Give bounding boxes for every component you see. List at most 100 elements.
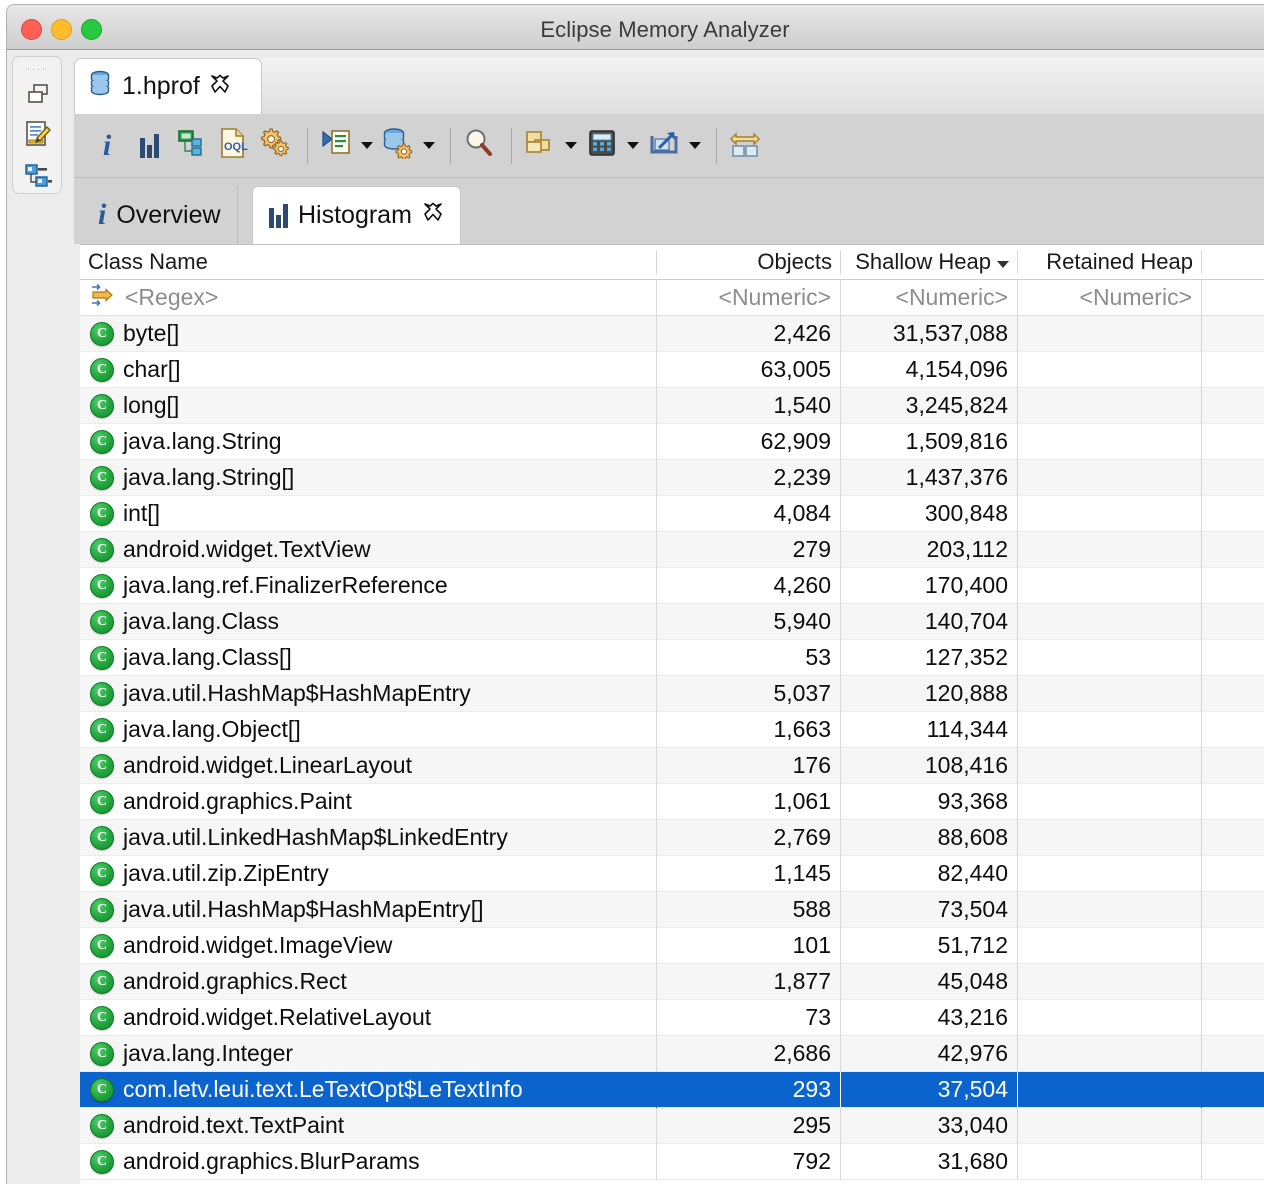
table-row[interactable]: Cbyte[] 2,426 31,537,088 <box>80 315 1264 352</box>
cell-class-name[interactable]: Cjava.lang.Class <box>80 603 657 640</box>
table-row[interactable]: Cjava.util.HashMap$HashMapEntry[] 588 73,5… <box>80 891 1264 928</box>
cell-objects[interactable]: 73 <box>657 999 841 1036</box>
cell-class-name[interactable]: Cjava.lang.String <box>80 423 657 460</box>
column-header-class-name[interactable]: Class Name <box>80 249 657 274</box>
table-row[interactable]: Cjava.lang.Integer 2,686 42,976 <box>80 1035 1264 1072</box>
cell-class-name[interactable]: Cjava.lang.Object[] <box>80 711 657 748</box>
calculate-precise-retained-size-button[interactable] <box>583 126 621 166</box>
group-result-button[interactable] <box>521 126 559 166</box>
cell-objects[interactable]: 5,940 <box>657 603 841 640</box>
cell-retained-heap[interactable] <box>1018 783 1202 820</box>
table-row[interactable]: Clong[] 1,540 3,245,824 <box>80 387 1264 424</box>
cell-retained-heap[interactable] <box>1018 855 1202 892</box>
cell-retained-heap[interactable] <box>1018 891 1202 928</box>
cell-class-name[interactable]: Candroid.widget.ImageView <box>80 927 657 964</box>
cell-retained-heap[interactable] <box>1018 459 1202 496</box>
cell-class-name[interactable]: Candroid.widget.TextView <box>80 531 657 568</box>
cell-retained-heap[interactable] <box>1018 963 1202 1000</box>
cell-retained-heap[interactable] <box>1018 423 1202 460</box>
filter-retained-heap-cell[interactable]: <Numeric> <box>1018 279 1202 316</box>
cell-objects[interactable]: 1,540 <box>657 387 841 424</box>
table-row[interactable]: Candroid.graphics.BlurParams 792 31,680 <box>80 1143 1264 1180</box>
cell-objects[interactable]: 101 <box>657 927 841 964</box>
group-result-dropdown[interactable] <box>563 126 579 166</box>
table-row[interactable]: Candroid.widget.RelativeLayout 73 43,216 <box>80 999 1264 1036</box>
cell-retained-heap[interactable] <box>1018 675 1202 712</box>
cell-shallow-heap[interactable]: 170,400 <box>841 567 1018 604</box>
cell-retained-heap[interactable] <box>1018 927 1202 964</box>
cell-objects[interactable]: 1,877 <box>657 963 841 1000</box>
table-row[interactable]: Cjava.lang.ref.FinalizerReference 4,260 17… <box>80 567 1264 604</box>
table-row[interactable]: Cjava.lang.Object[] 1,663 114,344 <box>80 711 1264 748</box>
cell-class-name[interactable]: Clong[] <box>80 387 657 424</box>
leak-suspects-button[interactable] <box>256 126 294 166</box>
cell-objects[interactable]: 1,061 <box>657 783 841 820</box>
cell-objects[interactable]: 792 <box>657 1143 841 1180</box>
cell-retained-heap[interactable] <box>1018 567 1202 604</box>
cell-shallow-heap[interactable]: 127,352 <box>841 639 1018 676</box>
cell-objects[interactable]: 295 <box>657 1107 841 1144</box>
cell-class-name[interactable]: Cjava.lang.Class[] <box>80 639 657 676</box>
export-button[interactable] <box>645 126 683 166</box>
cell-shallow-heap[interactable]: 73,504 <box>841 891 1018 928</box>
cell-class-name[interactable]: Candroid.graphics.Paint <box>80 783 657 820</box>
compare-to-another-heap-dump-button[interactable] <box>726 126 764 166</box>
cell-class-name[interactable]: Candroid.graphics.BlurParams <box>80 1143 657 1180</box>
cell-shallow-heap[interactable]: 88,608 <box>841 819 1018 856</box>
cell-shallow-heap[interactable]: 114,344 <box>841 711 1018 748</box>
cell-class-name[interactable]: Cbyte[] <box>80 315 657 352</box>
cell-shallow-heap[interactable]: 108,416 <box>841 747 1018 784</box>
table-row[interactable]: Cchar[] 63,005 4,154,096 <box>80 351 1264 388</box>
cell-shallow-heap[interactable]: 120,888 <box>841 675 1018 712</box>
cell-retained-heap[interactable] <box>1018 999 1202 1036</box>
cell-retained-heap[interactable] <box>1018 747 1202 784</box>
table-row[interactable]: Cjava.util.LinkedHashMap$LinkedEntry 2,76… <box>80 819 1264 856</box>
cell-class-name[interactable]: Cchar[] <box>80 351 657 388</box>
dominator-tree-button[interactable] <box>172 126 210 166</box>
sidebar-item-restore-perspective[interactable] <box>13 77 63 115</box>
table-row[interactable]: Cjava.lang.String[] 2,239 1,437,376 <box>80 459 1264 496</box>
table-row[interactable]: Cjava.lang.Class 5,940 140,704 <box>80 603 1264 640</box>
cell-objects[interactable]: 5,037 <box>657 675 841 712</box>
filter-class-name-cell[interactable]: <Regex> <box>80 279 657 316</box>
run-expert-system-test-button[interactable] <box>317 126 355 166</box>
cell-shallow-heap[interactable]: 82,440 <box>841 855 1018 892</box>
table-row[interactable]: Candroid.widget.TextView 279 203,112 <box>80 531 1264 568</box>
histogram-button[interactable] <box>130 126 168 166</box>
cell-shallow-heap[interactable]: 37,504 <box>841 1071 1018 1108</box>
cell-shallow-heap[interactable]: 140,704 <box>841 603 1018 640</box>
cell-shallow-heap[interactable]: 300,848 <box>841 495 1018 532</box>
cell-objects[interactable]: 62,909 <box>657 423 841 460</box>
column-header-shallow-heap[interactable]: Shallow Heap <box>841 249 1018 274</box>
table-row[interactable]: Cjava.util.HashMap$HashMapEntry 5,037 120,… <box>80 675 1264 712</box>
table-row[interactable]: Cjava.lang.String 62,909 1,509,816 <box>80 423 1264 460</box>
table-row[interactable]: Cjava.util.zip.ZipEntry 1,145 82,440 <box>80 855 1264 892</box>
cell-objects[interactable]: 588 <box>657 891 841 928</box>
cell-shallow-heap[interactable]: 1,437,376 <box>841 459 1018 496</box>
cell-retained-heap[interactable] <box>1018 603 1202 640</box>
table-row[interactable]: Candroid.graphics.Rect 1,877 45,048 <box>80 963 1264 1000</box>
run-expert-system-test-dropdown[interactable] <box>359 126 375 166</box>
cell-class-name[interactable]: Cint[] <box>80 495 657 532</box>
heap-dump-overview-dropdown[interactable] <box>421 126 437 166</box>
cell-class-name[interactable]: Cjava.util.zip.ZipEntry <box>80 855 657 892</box>
cell-class-name[interactable]: Cjava.lang.ref.FinalizerReference <box>80 567 657 604</box>
cell-retained-heap[interactable] <box>1018 711 1202 748</box>
cell-objects[interactable]: 2,686 <box>657 1035 841 1072</box>
cell-retained-heap[interactable] <box>1018 1035 1202 1072</box>
close-icon[interactable] <box>422 201 444 230</box>
overview-info-button[interactable]: i <box>88 126 126 166</box>
cell-shallow-heap[interactable]: 4,154,096 <box>841 351 1018 388</box>
editor-tab-hprof[interactable]: 1.hprof <box>74 58 262 114</box>
cell-retained-heap[interactable] <box>1018 495 1202 532</box>
heap-dump-overview-button[interactable] <box>379 126 417 166</box>
cell-objects[interactable]: 4,260 <box>657 567 841 604</box>
cell-shallow-heap[interactable]: 51,712 <box>841 927 1018 964</box>
find-object-button[interactable] <box>460 126 498 166</box>
cell-objects[interactable]: 63,005 <box>657 351 841 388</box>
cell-shallow-heap[interactable]: 1,509,816 <box>841 423 1018 460</box>
table-row[interactable]: Candroid.widget.LinearLayout 176 108,416 <box>80 747 1264 784</box>
cell-objects[interactable]: 293 <box>657 1071 841 1108</box>
table-row[interactable]: Candroid.widget.ImageView 101 51,712 <box>80 927 1264 964</box>
cell-class-name[interactable]: Cjava.util.HashMap$HashMapEntry[] <box>80 891 657 928</box>
